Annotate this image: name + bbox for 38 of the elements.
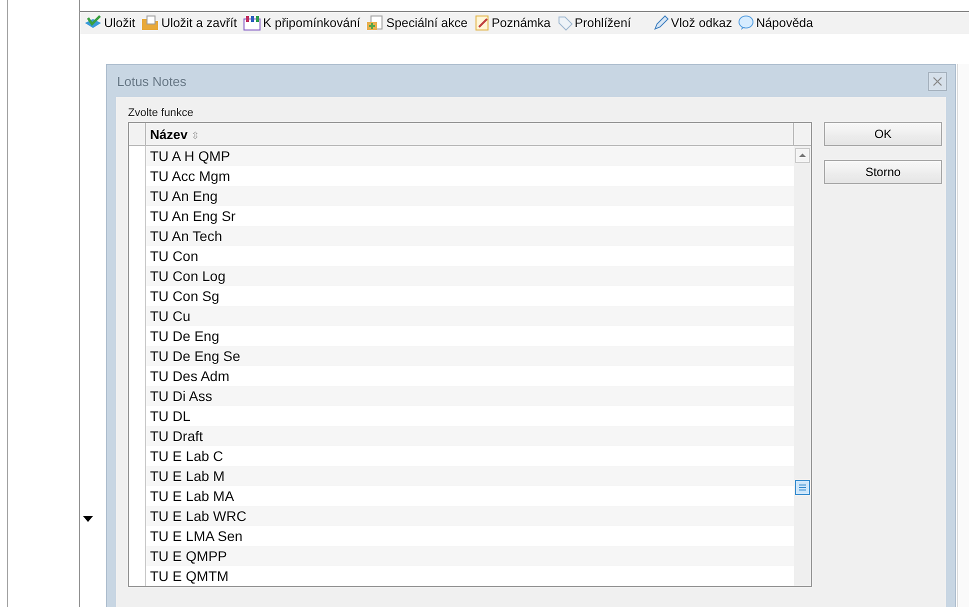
dialog-button[interactable]: Storno bbox=[824, 160, 942, 184]
scroll-up-icon[interactable] bbox=[795, 148, 810, 163]
scrollbar[interactable] bbox=[794, 146, 811, 586]
toolbar-button[interactable]: Speciální akce bbox=[366, 15, 468, 31]
list-item[interactable]: TU Con Log bbox=[146, 266, 794, 286]
page-scrollbar[interactable] bbox=[957, 64, 969, 607]
dialog-title: Lotus Notes bbox=[117, 74, 186, 88]
list-item[interactable]: TU E Lab WRC bbox=[146, 506, 794, 526]
list-item[interactable]: TU Di Ass bbox=[146, 386, 794, 406]
list-item[interactable]: TU A H QMP bbox=[146, 146, 794, 166]
list-item[interactable]: TU An Tech bbox=[146, 226, 794, 246]
list-item[interactable]: TU E Lab M bbox=[146, 466, 794, 486]
help-icon bbox=[738, 15, 754, 31]
list-item[interactable]: TU De Eng Se bbox=[146, 346, 794, 366]
toolbar-button[interactable]: Nápověda bbox=[738, 15, 814, 31]
toolbar-button[interactable]: Uložit bbox=[84, 15, 136, 31]
toolbar-button[interactable]: Uložit a zavřít bbox=[141, 15, 237, 31]
list-item[interactable]: TU An Eng bbox=[146, 186, 794, 206]
toolbar-button[interactable]: Vlož odkaz bbox=[652, 15, 732, 31]
toolbar-button[interactable]: Prohlížení bbox=[556, 15, 631, 31]
calendar-icon bbox=[242, 15, 261, 31]
list-item[interactable]: TU Cu bbox=[146, 306, 794, 326]
list-item[interactable]: TU Draft bbox=[146, 426, 794, 446]
scroll-thumb-icon[interactable] bbox=[795, 480, 810, 495]
close-icon bbox=[933, 76, 942, 86]
prompt-label: Zvolte funkce bbox=[128, 107, 194, 119]
dropdown-arrow-icon[interactable] bbox=[83, 516, 93, 522]
toolbar-button[interactable]: K připomínkování bbox=[242, 15, 360, 31]
pen-icon bbox=[652, 15, 669, 31]
tag-icon bbox=[556, 15, 573, 31]
list-item[interactable]: TU E QMPP bbox=[146, 546, 794, 566]
note-icon bbox=[474, 15, 490, 31]
document-icon bbox=[366, 15, 384, 31]
dialog-button[interactable]: OK bbox=[824, 122, 942, 146]
toolbar-button[interactable]: Poznámka bbox=[474, 15, 551, 31]
close-button[interactable] bbox=[928, 72, 948, 90]
disk-icon bbox=[84, 15, 102, 31]
folder-icon bbox=[141, 15, 160, 31]
